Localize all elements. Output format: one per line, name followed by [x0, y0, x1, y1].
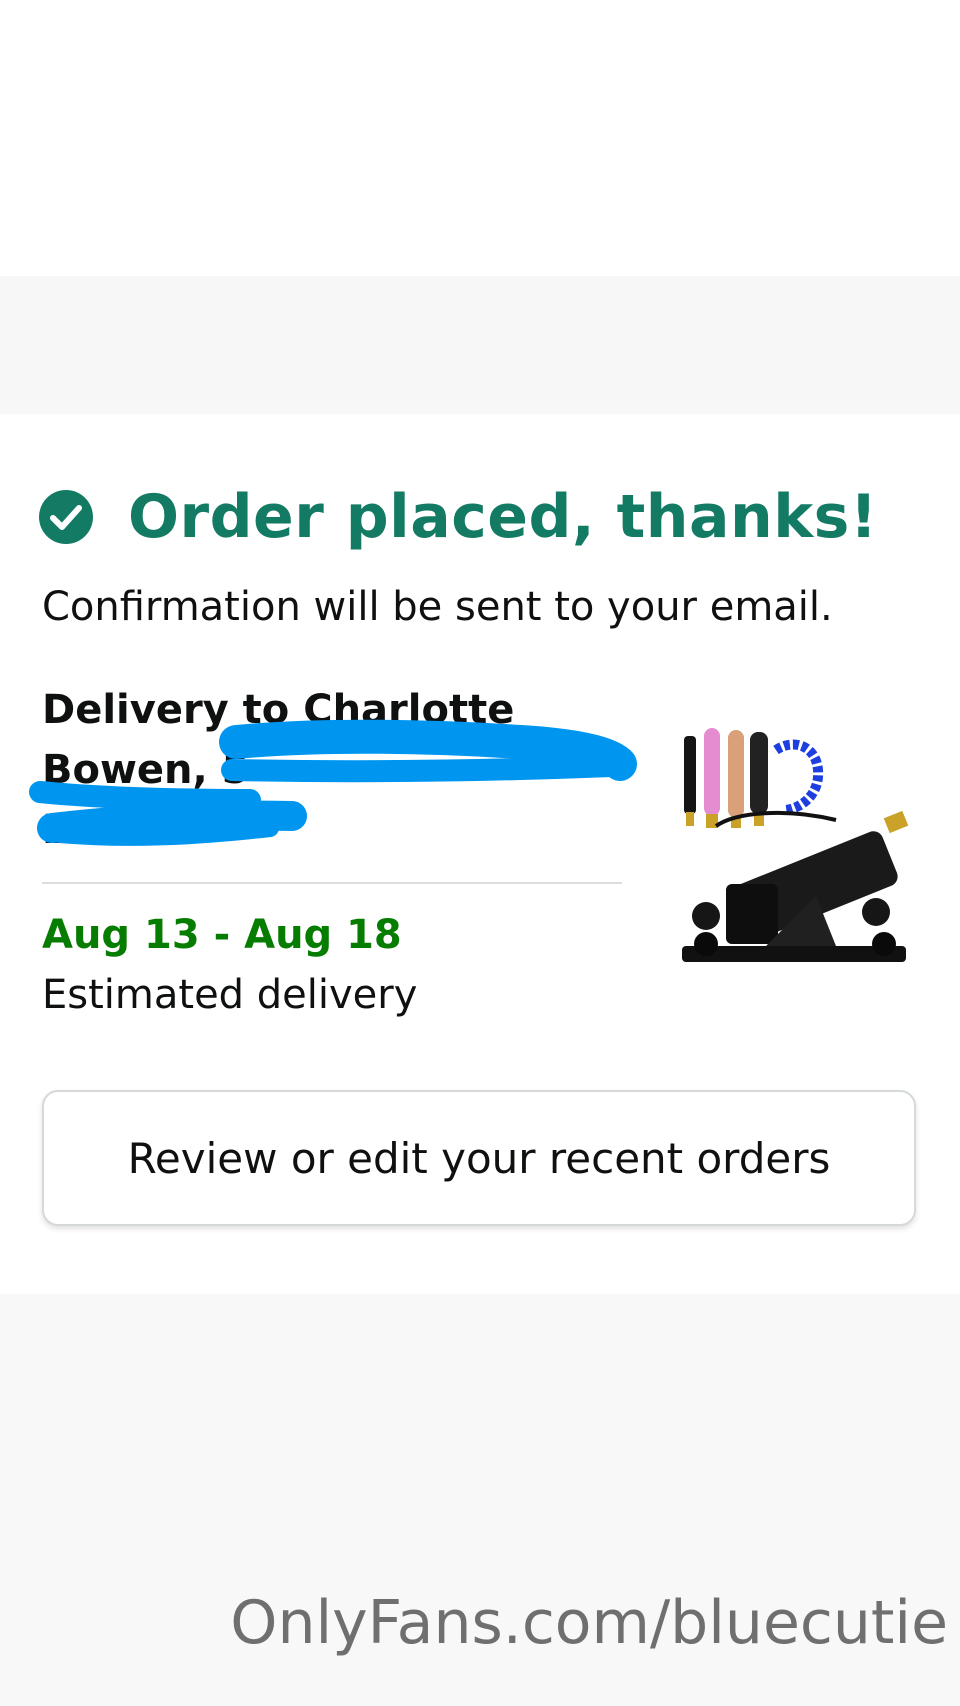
- attachment-black: [750, 732, 768, 814]
- delivery-line-3: E DE: [42, 807, 144, 853]
- machine-motor: [726, 884, 778, 944]
- confirmation-heading: Order placed, thanks!: [128, 482, 878, 552]
- top-grey-band: [0, 276, 960, 414]
- estimated-delivery-label: Estimated delivery: [42, 972, 418, 1018]
- watermark-text: OnlyFans.com/bluecutie: [230, 1588, 948, 1658]
- top-blank-area: [0, 0, 960, 276]
- delivery-date-range: Aug 13 - Aug 18: [42, 912, 402, 958]
- attachment-black-rod: [684, 736, 696, 814]
- attachment-blue-beads: [773, 739, 824, 815]
- check-circle-icon: [39, 490, 93, 544]
- delivery-line-2: Bowen, 5: [42, 747, 250, 793]
- delivery-line-1: Delivery to Charlotte: [42, 687, 515, 733]
- review-orders-button[interactable]: Review or edit your recent orders: [42, 1090, 916, 1226]
- section-divider: [42, 882, 622, 884]
- attachment-pink: [704, 728, 720, 816]
- attachment-tan: [728, 730, 744, 818]
- confirmation-header: Order placed, thanks!: [38, 478, 878, 556]
- product-image[interactable]: [676, 716, 916, 976]
- delivery-address: Delivery to Charlotte Bowen, 5 E DE: [42, 680, 642, 860]
- confirmation-message: Confirmation will be sent to your email.: [42, 584, 833, 630]
